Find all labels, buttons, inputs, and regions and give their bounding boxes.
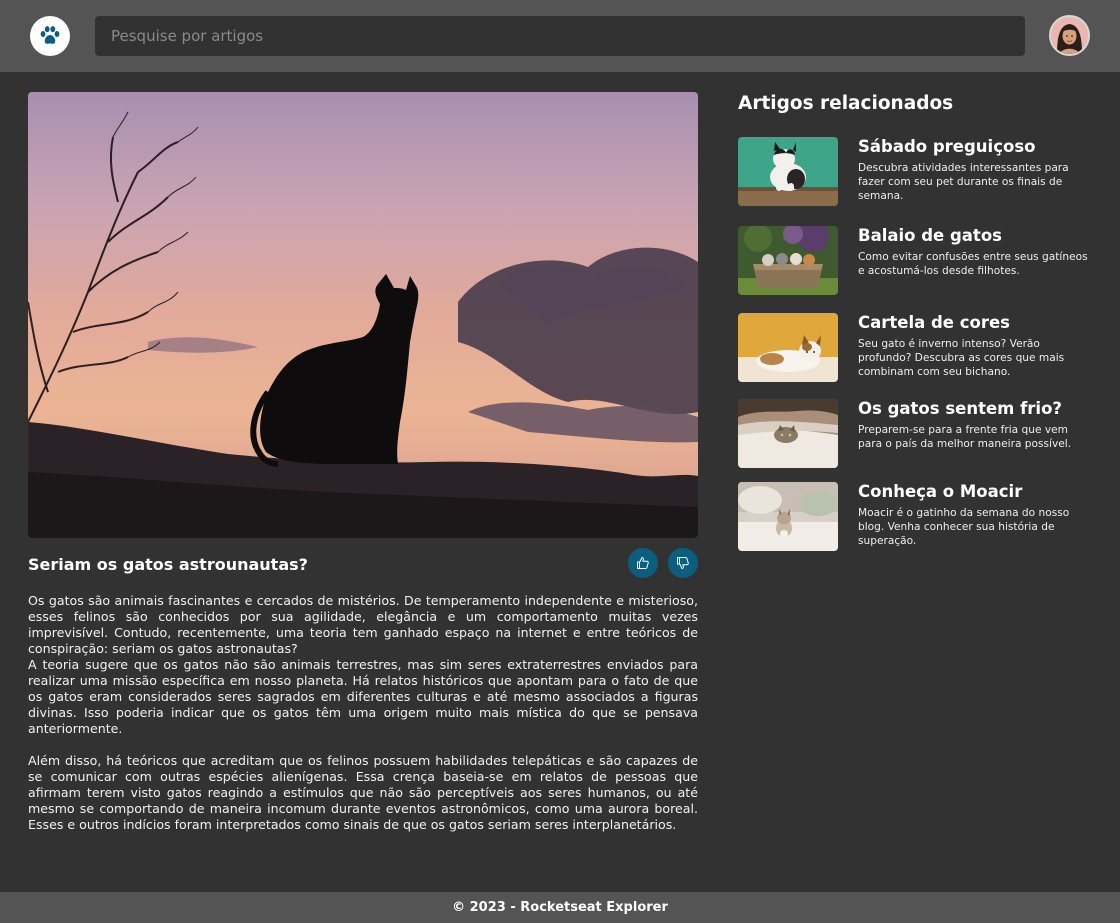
kittens-in-basket-image	[738, 226, 838, 295]
article-paragraph: Além disso, há teóricos que acreditam qu…	[28, 753, 698, 832]
related-article-title[interactable]: Balaio de gatos	[858, 226, 1002, 245]
cat-silhouette-sunset-image	[28, 92, 698, 538]
article-body: Os gatos são animais fascinantes e cerca…	[28, 593, 698, 833]
thumbs-up-icon	[637, 556, 649, 569]
related-article-item[interactable]: Balaio de gatos Como evitar confusões en…	[738, 226, 1098, 298]
user-avatar[interactable]	[1049, 15, 1090, 56]
header	[0, 0, 1120, 72]
related-article-item[interactable]: Conheça o Moacir Moacir é o gatinho da s…	[738, 482, 1098, 554]
article-paragraph: A teoria sugere que os gatos não são ani…	[28, 657, 698, 736]
footer: © 2023 - Rocketseat Explorer	[0, 892, 1120, 923]
related-article-description: Preparem-se para a frente fria que vem p…	[858, 424, 1072, 450]
cat-on-box-image	[738, 137, 838, 206]
article-paragraph: Os gatos são animais fascinantes e cerca…	[28, 593, 698, 656]
related-article-title[interactable]: Cartela de cores	[858, 313, 1010, 332]
search-input[interactable]	[95, 16, 1025, 56]
related-article-description: Descubra atividades interessantes para f…	[858, 162, 1069, 202]
related-article-description: Como evitar confusões entre seus gatíneo…	[858, 251, 1088, 277]
related-article-description: Moacir é o gatinho da semana do nosso bl…	[858, 507, 1070, 547]
related-article-item[interactable]: Sábado preguiçoso Descubra atividades in…	[738, 137, 1098, 209]
cat-on-yellow-image	[738, 313, 838, 382]
related-article-item[interactable]: Cartela de cores Seu gato é inverno inte…	[738, 313, 1098, 385]
kitten-on-bed-image	[738, 482, 838, 551]
like-button[interactable]	[628, 548, 658, 578]
related-article-title[interactable]: Sábado preguiçoso	[858, 137, 1035, 156]
related-article-item[interactable]: Os gatos sentem frio? Preparem-se para a…	[738, 399, 1098, 471]
paw-icon[interactable]	[30, 16, 70, 56]
related-article-title[interactable]: Os gatos sentem frio?	[858, 399, 1062, 418]
related-article-title[interactable]: Conheça o Moacir	[858, 482, 1022, 501]
related-article-description: Seu gato é inverno intenso? Verão profun…	[858, 338, 1065, 378]
dislike-button[interactable]	[668, 548, 698, 578]
cat-under-blanket-image	[738, 399, 838, 468]
related-articles-title: Artigos relacionados	[738, 93, 954, 114]
thumbs-down-icon	[677, 557, 689, 570]
footer-text: © 2023 - Rocketseat Explorer	[452, 900, 668, 915]
article-title: Seriam os gatos astrounautas?	[28, 555, 308, 574]
